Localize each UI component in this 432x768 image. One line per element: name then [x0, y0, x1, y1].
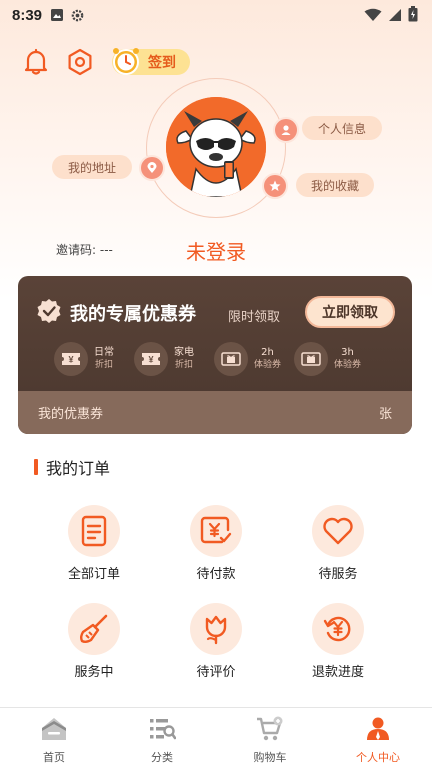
settings-notification-icon — [70, 8, 85, 23]
pending-payment-icon — [190, 505, 242, 557]
orders-title: 我的订单 — [46, 459, 111, 478]
coupon-type-line1: 家电 — [174, 347, 194, 358]
order-label: 服务中 — [74, 665, 114, 680]
badge-check-icon — [36, 298, 62, 328]
coupon-type-line2: 体验券 — [334, 360, 362, 370]
order-label: 待评价 — [196, 665, 236, 680]
login-status[interactable]: 未登录 — [186, 236, 246, 265]
location-icon — [139, 155, 165, 181]
order-label: 待服务 — [318, 567, 358, 582]
coupon-title: 我的专属优惠券 — [70, 304, 196, 325]
order-all[interactable]: 全部订单 — [49, 505, 139, 582]
battery-icon — [408, 6, 418, 26]
coupon-type-line1: 2h — [261, 347, 274, 358]
my-coupons-label: 我的优惠券 — [38, 407, 104, 422]
coupon-type-3h[interactable]: 3h 体验券 — [294, 342, 374, 376]
signin-button[interactable]: 签到 — [112, 48, 190, 75]
status-bar: 8:39 — [0, 0, 432, 30]
invite-code: 邀请码: --- — [56, 243, 113, 257]
cart-icon — [256, 716, 284, 746]
wifi-icon — [364, 7, 382, 26]
top-actions: 签到 — [22, 48, 190, 76]
tab-label: 个人中心 — [356, 751, 400, 764]
tab-cart[interactable]: 购物车 — [216, 708, 324, 768]
my-favorites-bubble[interactable]: 我的收藏 — [296, 173, 374, 197]
tab-home[interactable]: 首页 — [0, 708, 108, 768]
broom-icon — [68, 603, 120, 655]
alarm-clock-icon — [110, 45, 142, 81]
order-label: 全部订单 — [67, 567, 120, 582]
tulip-icon — [190, 603, 242, 655]
order-label: 退款进度 — [311, 665, 364, 680]
avatar[interactable] — [166, 97, 266, 197]
my-address-bubble[interactable]: 我的地址 — [52, 155, 132, 179]
refund-icon — [312, 603, 364, 655]
order-pending-service[interactable]: 待服务 — [293, 505, 383, 582]
gift-ticket-icon — [294, 342, 328, 376]
coupon-type-appliance[interactable]: ¥ 家电折扣 — [134, 342, 214, 376]
status-time: 8:39 — [12, 6, 43, 24]
orders-section-title: 我的订单 — [34, 455, 110, 479]
claim-button[interactable]: 立即领取 — [305, 296, 395, 328]
tab-label: 分类 — [151, 751, 173, 764]
coupon-type-line1: 日常 — [94, 347, 114, 358]
coupon-subtitle: 限时领取 — [228, 310, 281, 325]
bottom-nav: 首页 分类 购物车 个人中心 — [0, 707, 432, 768]
coupon-type-2h[interactable]: 2h 体验券 — [214, 342, 294, 376]
order-pending-payment[interactable]: 待付款 — [171, 505, 261, 582]
my-address-label: 我的地址 — [67, 160, 116, 175]
home-icon — [40, 716, 68, 746]
svg-text:¥: ¥ — [68, 355, 73, 365]
yuan-ticket-icon: ¥ — [134, 342, 168, 376]
coupon-type-line2: 折扣 — [174, 360, 193, 370]
order-list-icon — [68, 505, 120, 557]
heart-icon — [312, 505, 364, 557]
svg-text:¥: ¥ — [148, 355, 153, 365]
title-accent-bar — [34, 459, 38, 475]
profile-icon — [364, 716, 392, 746]
tab-category[interactable]: 分类 — [108, 708, 216, 768]
coupon-type-line2: 折扣 — [94, 360, 113, 370]
coupon-type-line1: 3h — [341, 347, 354, 358]
coupon-header: 我的专属优惠券 — [36, 298, 196, 328]
bell-icon[interactable] — [22, 48, 50, 76]
order-refund-progress[interactable]: 退款进度 — [293, 603, 383, 680]
personal-info-bubble[interactable]: 个人信息 — [302, 116, 382, 140]
order-in-service[interactable]: 服务中 — [49, 603, 139, 680]
my-favorites-label: 我的收藏 — [310, 178, 359, 193]
signin-label: 签到 — [148, 55, 176, 71]
signal-icon — [388, 7, 402, 26]
coupon-type-daily[interactable]: ¥ 日常折扣 — [54, 342, 134, 376]
tab-profile[interactable]: 个人中心 — [324, 708, 432, 768]
image-notification-icon — [50, 8, 64, 22]
yuan-ticket-icon: ¥ — [54, 342, 88, 376]
settings-icon[interactable] — [66, 48, 94, 76]
coupon-types: ¥ 日常折扣 ¥ 家电折扣 2h 体验券 3h 体验券 — [54, 342, 374, 376]
order-pending-review[interactable]: 待评价 — [171, 603, 261, 680]
tab-label: 购物车 — [253, 751, 287, 764]
coupon-type-line2: 体验券 — [254, 360, 282, 370]
person-icon — [273, 117, 299, 143]
coupon-count-unit: 张 — [378, 407, 392, 422]
tab-label: 首页 — [43, 751, 65, 764]
coupon-card: 我的专属优惠券 限时领取 立即领取 ¥ 日常折扣 ¥ 家电折扣 2h 体验券 3h — [18, 276, 412, 434]
gift-ticket-icon — [214, 342, 248, 376]
order-label: 待付款 — [196, 567, 236, 582]
category-icon — [148, 716, 177, 746]
my-coupons-row[interactable]: 我的优惠券 张 — [18, 391, 412, 434]
personal-info-label: 个人信息 — [317, 121, 366, 136]
star-icon — [262, 173, 288, 199]
